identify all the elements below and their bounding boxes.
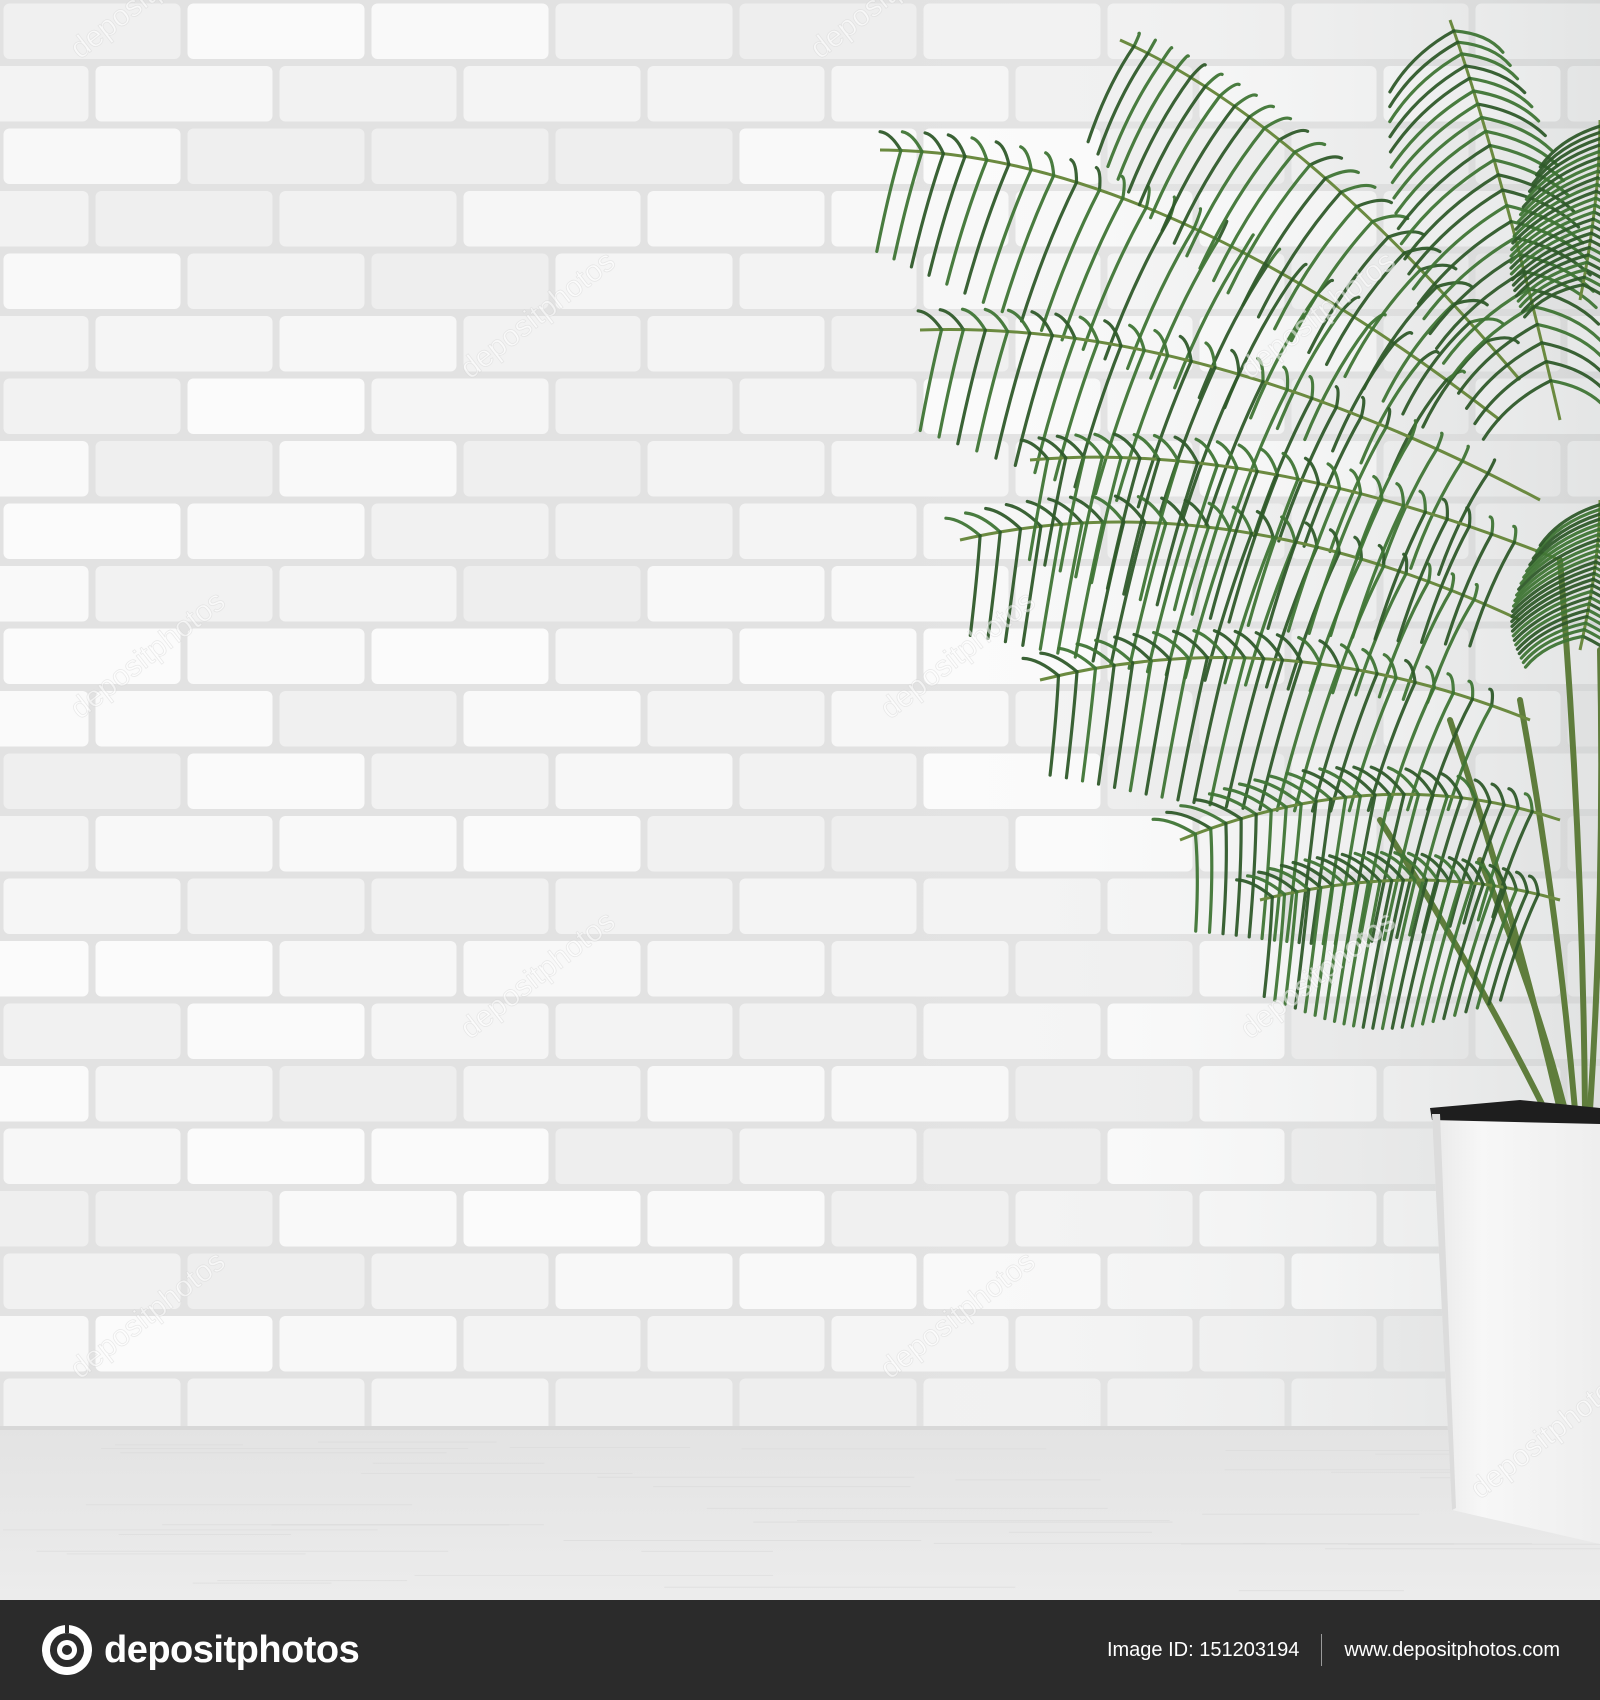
image-meta: Image ID: 151203194 www.depositphotos.co…: [1107, 1600, 1560, 1700]
meta-divider: [1321, 1634, 1323, 1666]
brand[interactable]: depositphotos: [40, 1622, 360, 1678]
stock-photo-page: depositphotos depositphotos depositphotos d…: [0, 0, 1600, 1700]
baseboard-line: [0, 1426, 1600, 1430]
stock-footer-bar: depositphotos Image ID: 151203194 www.de…: [0, 1600, 1600, 1700]
photo-scene: depositphotos depositphotosdepositphotos d…: [0, 0, 1600, 1600]
brand-name: depositphotos: [104, 1628, 360, 1671]
photo-white-brick-wall-with-palm: depositphotos depositphotos depositphotos d…: [0, 0, 1600, 1600]
depositphotos-logo-icon: [42, 1623, 92, 1675]
website-link[interactable]: www.depositphotos.com: [1344, 1639, 1560, 1662]
image-id-label: Image ID: 151203194: [1106, 1638, 1300, 1661]
